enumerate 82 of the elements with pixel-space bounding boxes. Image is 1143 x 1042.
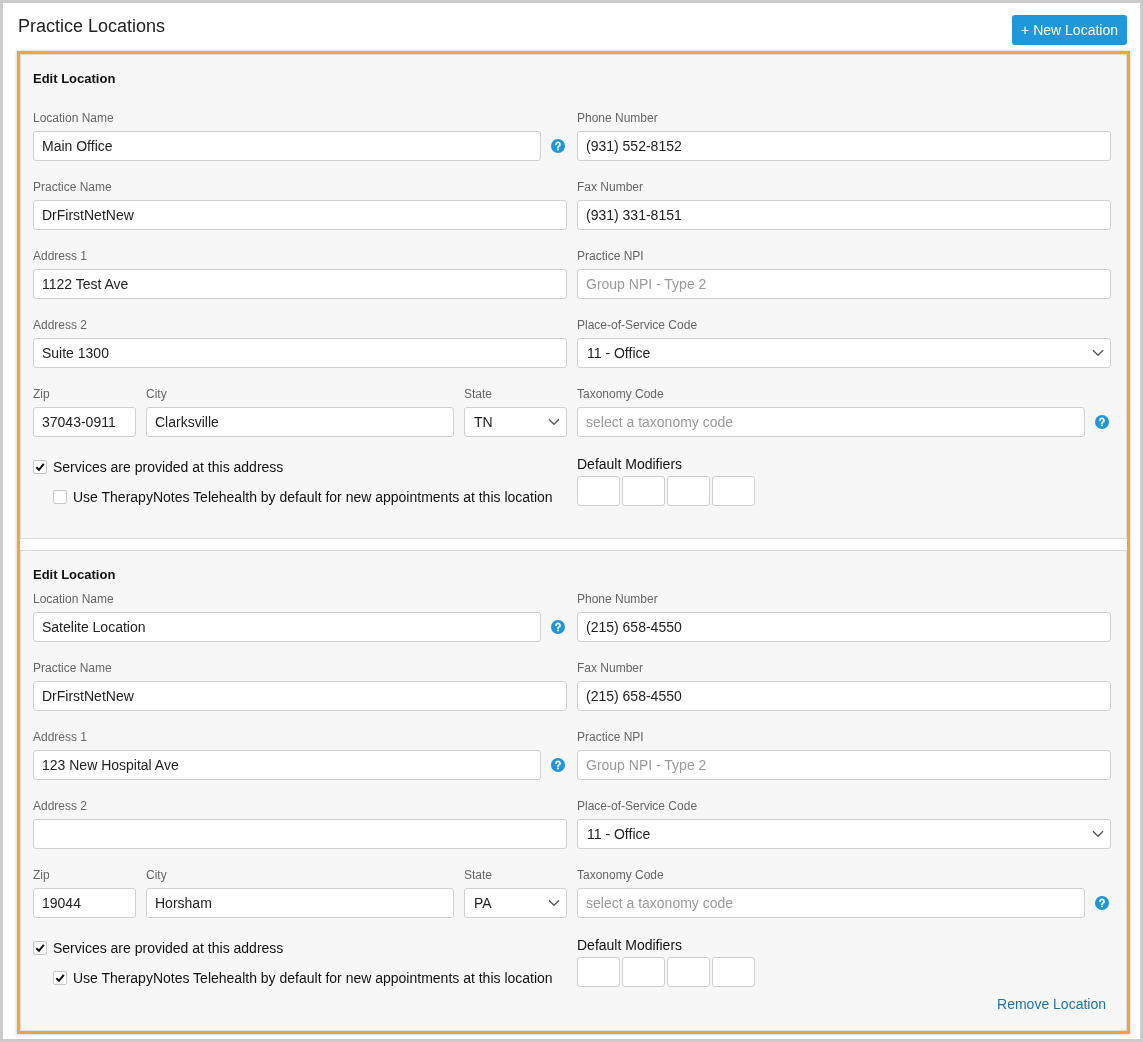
text-input[interactable]: DrFirstNetNew bbox=[33, 681, 567, 711]
field-label: Taxonomy Code bbox=[577, 387, 665, 402]
field-label: City bbox=[146, 387, 168, 402]
field-label: Zip bbox=[33, 868, 51, 883]
help-icon[interactable] bbox=[1095, 896, 1109, 910]
checkbox-label: Use TherapyNotes Telehealth by default for new appointments at this location bbox=[73, 489, 553, 505]
dropdown[interactable]: PA bbox=[464, 888, 567, 918]
field-label: Address 1 bbox=[33, 730, 89, 745]
field-label: Place-of-Service Code bbox=[577, 799, 699, 814]
field-label: Default Modifiers bbox=[577, 937, 684, 954]
modifier-input[interactable] bbox=[712, 957, 755, 987]
modifier-input[interactable] bbox=[622, 476, 665, 506]
modifier-input[interactable] bbox=[667, 957, 710, 987]
field-label: Practice NPI bbox=[577, 730, 645, 745]
dropdown[interactable]: 11 - Office bbox=[577, 819, 1111, 849]
text-input[interactable]: 1122 Test Ave bbox=[33, 269, 567, 299]
text-input[interactable]: Satelite Location bbox=[33, 612, 541, 642]
help-icon[interactable] bbox=[551, 139, 565, 153]
text-input[interactable]: Suite 1300 bbox=[33, 338, 567, 368]
dropdown[interactable]: TN bbox=[464, 407, 567, 437]
field-label: Zip bbox=[33, 387, 51, 402]
text-input[interactable]: Group NPI - Type 2 bbox=[577, 269, 1111, 299]
text-input[interactable]: Group NPI - Type 2 bbox=[577, 750, 1111, 780]
field-label: Default Modifiers bbox=[577, 456, 684, 473]
text-input[interactable]: 19044 bbox=[33, 888, 136, 918]
chevron-down-icon bbox=[548, 899, 560, 907]
modifier-input[interactable] bbox=[622, 957, 665, 987]
check-icon bbox=[35, 462, 45, 472]
text-input[interactable]: Main Office bbox=[33, 131, 541, 161]
field-label: Place-of-Service Code bbox=[577, 318, 699, 333]
check-icon bbox=[35, 943, 45, 953]
checkbox[interactable] bbox=[53, 490, 67, 504]
chevron-down-icon bbox=[1092, 830, 1104, 838]
page-title: Practice Locations bbox=[18, 15, 166, 37]
field-label: Fax Number bbox=[577, 180, 645, 195]
field-label: State bbox=[464, 868, 494, 883]
field-label: Fax Number bbox=[577, 661, 645, 676]
text-input[interactable]: 123 New Hospital Ave bbox=[33, 750, 541, 780]
field-label: State bbox=[464, 387, 494, 402]
check-icon bbox=[55, 973, 65, 983]
field-label: Location Name bbox=[33, 592, 115, 607]
field-label: Address 2 bbox=[33, 799, 89, 814]
text-input[interactable]: Horsham bbox=[146, 888, 454, 918]
field-label: Phone Number bbox=[577, 592, 659, 607]
text-input[interactable]: (931) 552-8152 bbox=[577, 131, 1111, 161]
checkbox-label: Use TherapyNotes Telehealth by default for new appointments at this location bbox=[73, 970, 553, 986]
field-label: City bbox=[146, 868, 168, 883]
section-heading: Edit Location bbox=[33, 567, 117, 583]
modifier-input[interactable] bbox=[667, 476, 710, 506]
field-label: Address 1 bbox=[33, 249, 89, 264]
modifier-input[interactable] bbox=[577, 957, 620, 987]
text-input[interactable]: DrFirstNetNew bbox=[33, 200, 567, 230]
text-input[interactable]: (215) 658-4550 bbox=[577, 612, 1111, 642]
help-icon[interactable] bbox=[551, 620, 565, 634]
chevron-down-icon bbox=[548, 418, 560, 426]
text-input[interactable]: (215) 658-4550 bbox=[577, 681, 1111, 711]
field-label: Taxonomy Code bbox=[577, 868, 665, 883]
checkbox[interactable] bbox=[53, 971, 67, 985]
field-label: Practice NPI bbox=[577, 249, 645, 264]
modifier-input[interactable] bbox=[712, 476, 755, 506]
field-label: Practice Name bbox=[33, 661, 113, 676]
text-input[interactable] bbox=[33, 819, 567, 849]
field-label: Practice Name bbox=[33, 180, 113, 195]
remove-location-link[interactable]: Remove Location bbox=[997, 996, 1106, 1012]
chevron-down-icon bbox=[1092, 349, 1104, 357]
text-input[interactable]: Clarksville bbox=[146, 407, 454, 437]
help-icon[interactable] bbox=[1095, 415, 1109, 429]
field-label: Phone Number bbox=[577, 111, 659, 126]
field-label: Location Name bbox=[33, 111, 115, 126]
text-input[interactable]: select a taxonomy code bbox=[577, 888, 1085, 918]
checkbox[interactable] bbox=[33, 460, 47, 474]
text-input[interactable]: select a taxonomy code bbox=[577, 407, 1085, 437]
checkbox-label: Services are provided at this address bbox=[53, 459, 284, 475]
field-label: Address 2 bbox=[33, 318, 89, 333]
checkbox[interactable] bbox=[33, 941, 47, 955]
modifier-input[interactable] bbox=[577, 476, 620, 506]
text-input[interactable]: 37043-0911 bbox=[33, 407, 136, 437]
text-input[interactable]: (931) 331-8151 bbox=[577, 200, 1111, 230]
checkbox-label: Services are provided at this address bbox=[53, 940, 284, 956]
section-heading: Edit Location bbox=[33, 71, 117, 87]
help-icon[interactable] bbox=[551, 758, 565, 772]
dropdown[interactable]: 11 - Office bbox=[577, 338, 1111, 368]
